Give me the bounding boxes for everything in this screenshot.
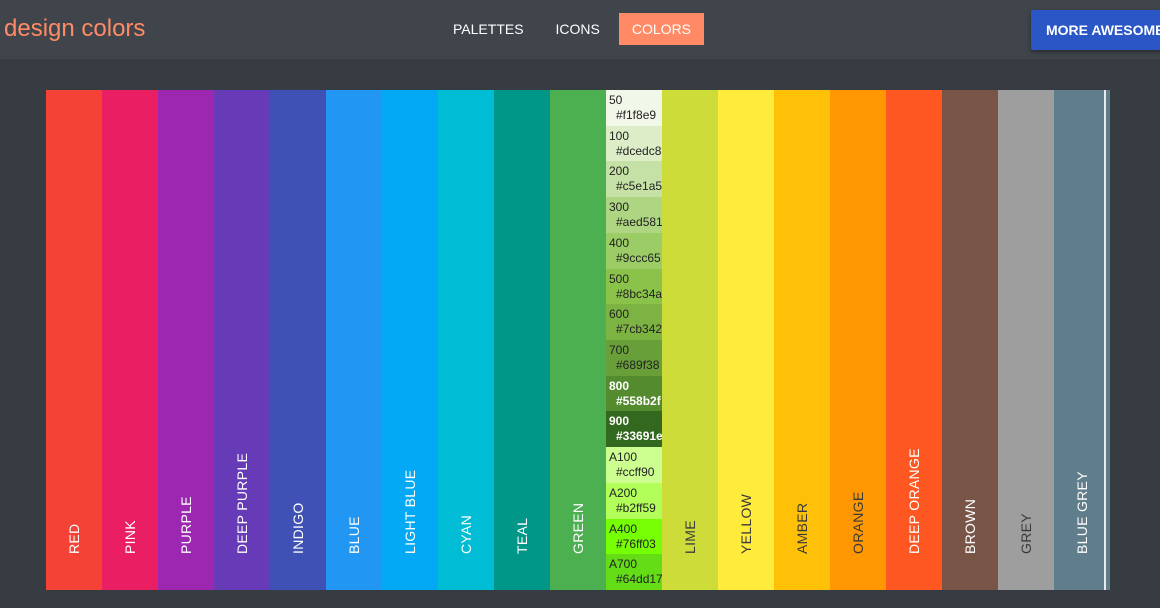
shade-swatch-400[interactable]: 400 #9ccc65 (606, 232, 662, 269)
shade-label: A400 (609, 521, 638, 536)
shade-label: 200 (609, 164, 630, 179)
shade-label: 300 (609, 200, 630, 215)
color-column-green[interactable]: GREEN (550, 90, 606, 590)
color-column-label: BLUE (346, 516, 362, 554)
color-column-label: YELLOW (738, 493, 754, 554)
shade-hex: #8bc34a (616, 286, 663, 301)
shade-hex: #f1f8e9 (616, 108, 657, 122)
palette-edge (1104, 90, 1106, 590)
color-column-label: PINK (122, 520, 138, 554)
color-column-light-green[interactable]: 50 #f1f8e9 100 #dcedc8 200 #c5e1a5 300 #aed581 4… (606, 90, 663, 591)
shade-swatch-a200[interactable]: A200 #b2ff59 (606, 482, 662, 519)
color-column-label: LIME (682, 520, 698, 554)
color-column-deep-orange[interactable]: DEEP ORANGE (886, 90, 942, 590)
color-column-indigo[interactable]: INDIGO (270, 90, 326, 590)
color-column-yellow[interactable]: YELLOW (718, 90, 774, 590)
color-column-label: TEAL (514, 517, 530, 554)
shade-label: 800 (609, 378, 630, 393)
shade-swatch-300[interactable]: 300 #aed581 (606, 197, 663, 233)
color-column-lime[interactable]: LIME (662, 90, 718, 590)
color-column-orange[interactable]: ORANGE (830, 90, 886, 590)
shade-swatch-a100[interactable]: A100 #ccff90 (606, 447, 662, 483)
color-column-light-blue[interactable]: LIGHT BLUE (382, 90, 438, 590)
shade-swatch-a700[interactable]: A700 #64dd17 (606, 554, 663, 591)
shade-swatch-500[interactable]: 500 #8bc34a (606, 268, 663, 305)
color-column-label: PURPLE (178, 496, 194, 554)
nav-icons[interactable]: ICONS (543, 13, 613, 45)
color-palette: RED PINK PURPLE DEEP PURPLE INDIGO BLUE LIGHT … (46, 90, 1110, 591)
shade-swatch-600[interactable]: 600 #7cb342 (606, 304, 663, 341)
color-column-red[interactable]: RED (46, 90, 102, 590)
shade-hex: #7cb342 (616, 322, 663, 337)
color-column-label: AMBER (794, 502, 810, 554)
shade-label: A700 (609, 557, 638, 572)
shade-label: 500 (609, 271, 630, 286)
color-column-label: BROWN (962, 498, 978, 554)
shade-hex: #dcedc8 (616, 143, 662, 158)
shade-label: A100 (609, 450, 638, 465)
shade-label: 100 (609, 128, 630, 143)
color-column-label: INDIGO (290, 502, 306, 554)
nav-palettes[interactable]: PALETTES (440, 13, 537, 45)
shade-swatch-a400[interactable]: A400 #76ff03 (606, 518, 662, 555)
color-column-amber[interactable]: AMBER (774, 90, 830, 590)
shade-swatch-100[interactable]: 100 #dcedc8 (606, 125, 662, 162)
top-app-bar: design colors PALETTES ICONS COLORS MORE… (0, 0, 1160, 59)
color-column-teal[interactable]: TEAL (494, 90, 550, 590)
shade-swatch-50[interactable]: 50 #f1f8e9 (606, 90, 662, 126)
shade-swatch-900[interactable]: 900 #33691e (606, 411, 663, 448)
color-column-blue[interactable]: BLUE (326, 90, 382, 590)
shade-hex: #689f38 (616, 358, 660, 373)
color-column-blue-grey[interactable]: BLUE GREY (1054, 90, 1110, 590)
color-column-pink[interactable]: PINK (102, 90, 158, 590)
shade-hex: #c5e1a5 (616, 179, 663, 194)
color-column-cyan[interactable]: CYAN (438, 90, 494, 590)
shade-label: 50 (609, 93, 623, 107)
shade-hex: #ccff90 (616, 465, 655, 480)
main-nav: PALETTES ICONS COLORS (440, 13, 705, 45)
color-column-label: ORANGE (850, 491, 866, 554)
shade-hex: #b2ff59 (616, 500, 656, 515)
shade-label: 700 (609, 343, 630, 358)
color-column-label: GREY (1018, 513, 1034, 554)
color-column-purple[interactable]: PURPLE (158, 90, 214, 590)
shade-swatch-700[interactable]: 700 #689f38 (606, 340, 662, 376)
site-logo[interactable]: design colors (4, 15, 145, 43)
shade-label: 900 (609, 414, 630, 429)
shade-hex: #aed581 (616, 215, 663, 230)
color-column-label: GREEN (570, 502, 586, 554)
color-column-label: CYAN (458, 514, 474, 554)
shade-hex: #33691e (616, 429, 663, 444)
color-column-brown[interactable]: BROWN (942, 90, 998, 590)
color-column-label: DEEP ORANGE (906, 448, 922, 554)
more-awesome-button[interactable]: MORE AWESOME (1031, 10, 1160, 50)
color-column-label: BLUE GREY (1074, 471, 1090, 554)
shade-hex: #9ccc65 (616, 250, 661, 265)
color-column-label: RED (66, 523, 82, 554)
shade-hex: #558b2f (616, 393, 661, 408)
color-column-grey[interactable]: GREY (998, 90, 1054, 590)
color-column-label: DEEP PURPLE (234, 452, 250, 554)
shade-hex: #76ff03 (616, 536, 656, 551)
color-column-deep-purple[interactable]: DEEP PURPLE (214, 90, 270, 590)
shade-label: 600 (609, 307, 630, 322)
nav-colors[interactable]: COLORS (618, 13, 705, 45)
color-column-label: LIGHT BLUE (402, 469, 418, 554)
shade-swatch-200[interactable]: 200 #c5e1a5 (606, 161, 663, 198)
shade-swatch-800[interactable]: 800 #558b2f (606, 375, 662, 412)
shade-label: 400 (609, 235, 630, 250)
shade-label: A200 (609, 485, 638, 500)
shade-hex: #64dd17 (616, 572, 663, 587)
